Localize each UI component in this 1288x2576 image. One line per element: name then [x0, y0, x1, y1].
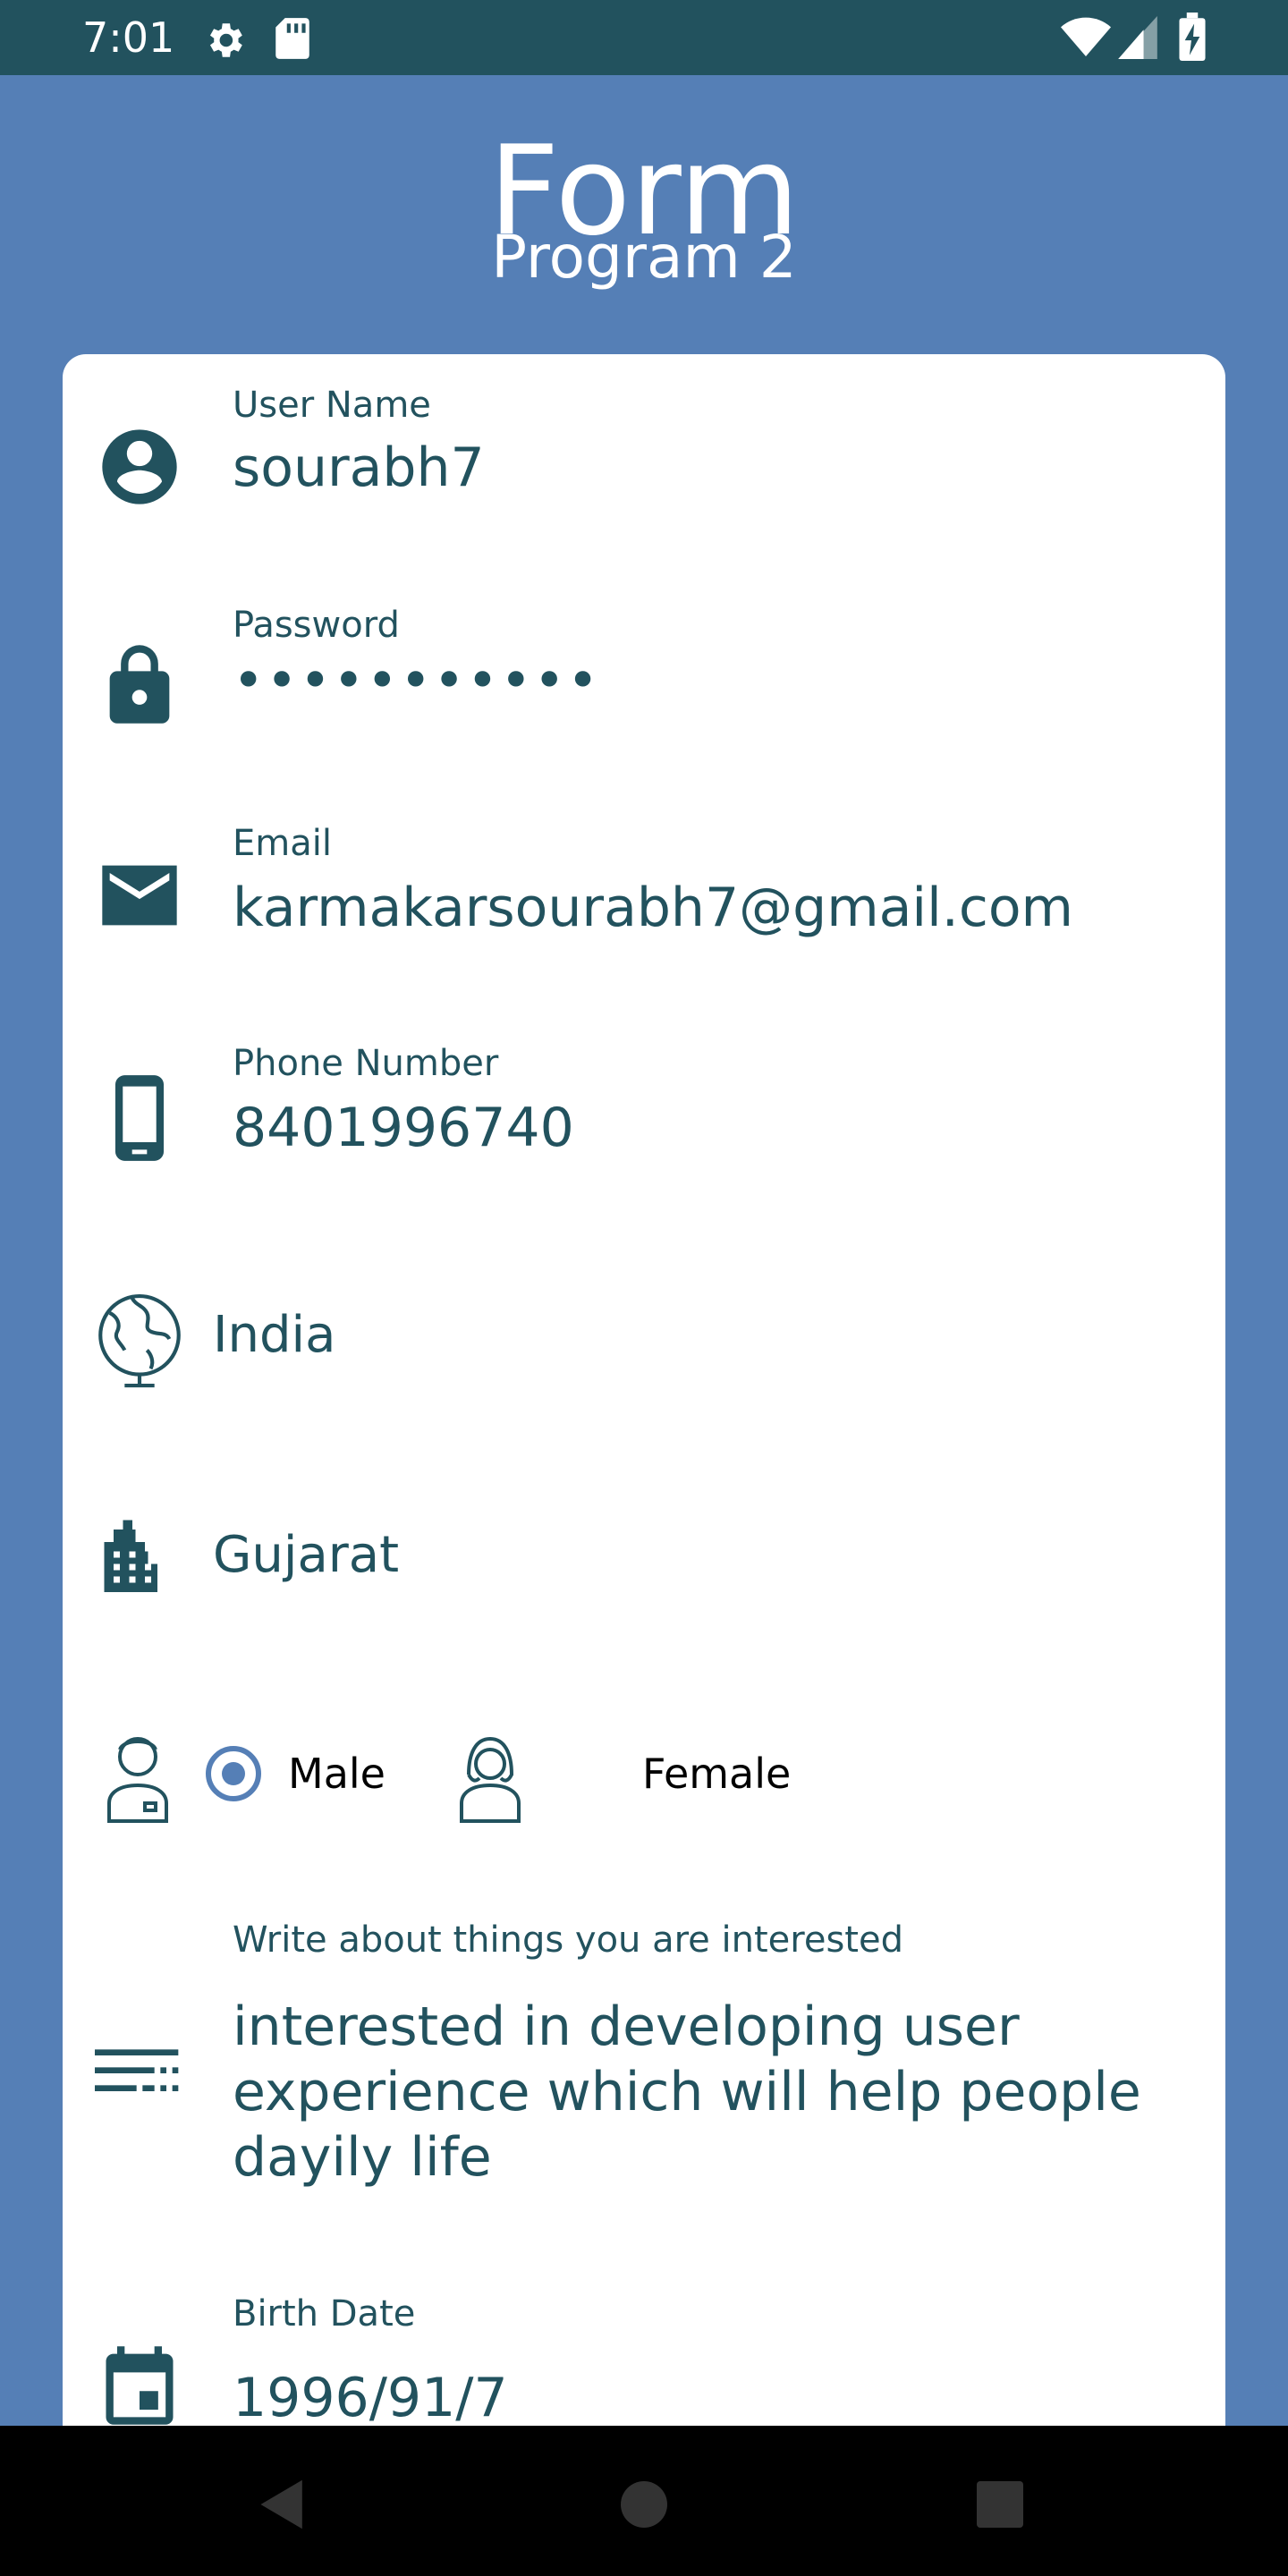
interests-textarea[interactable]: interested in developing user experience…	[233, 1995, 1181, 2190]
account-circle-icon	[102, 429, 177, 504]
male-radio-dot	[222, 1762, 245, 1785]
battery-charging-icon	[1179, 13, 1206, 61]
status-bar: 7:01	[0, 0, 1288, 75]
email-input[interactable]: karmakarsourabh7@gmail.com	[233, 877, 1073, 939]
gear-icon	[209, 23, 242, 57]
female-radio[interactable]	[556, 1746, 612, 1801]
navigation-bar	[0, 2426, 1288, 2576]
female-label[interactable]: Female	[642, 1750, 791, 1798]
female-avatar-icon	[460, 1736, 521, 1823]
country-value: India	[213, 1306, 336, 1364]
interests-line-2: experience which will help people	[233, 2061, 1141, 2123]
email-label: Email	[233, 823, 332, 864]
password-label: Password	[233, 605, 400, 646]
notes-icon	[95, 2049, 179, 2091]
username-input[interactable]: sourabh7	[233, 436, 485, 499]
male-radio[interactable]	[206, 1746, 261, 1801]
form-card: User Name sourabh7 Password ••••••••••• …	[63, 354, 1225, 2438]
interests-line-3: dayily life	[233, 2126, 492, 2189]
password-input[interactable]: •••••••••••	[233, 649, 600, 712]
phone-icon	[114, 1075, 165, 1161]
wifi-icon	[1061, 17, 1111, 56]
state-value: Gujarat	[213, 1526, 400, 1584]
recents-icon[interactable]	[977, 2481, 1023, 2528]
username-label: User Name	[233, 385, 431, 426]
cell-signal-icon	[1118, 16, 1157, 59]
interests-line-1: interested in developing user	[233, 1996, 1020, 2058]
interests-label: Write about things you are interested	[233, 1919, 903, 1961]
status-time: 7:01	[82, 13, 175, 62]
male-label[interactable]: Male	[288, 1750, 386, 1798]
calendar-icon	[106, 2346, 174, 2425]
birth-date-label: Birth Date	[233, 2293, 416, 2334]
birth-date-input[interactable]: 1996/91/7	[233, 2367, 508, 2429]
lock-icon	[109, 645, 170, 724]
male-avatar-icon	[107, 1737, 168, 1823]
page-subtitle: Program 2	[491, 223, 797, 292]
home-icon[interactable]	[621, 2481, 667, 2528]
header: Form Program 2	[0, 75, 1288, 352]
sd-card-icon	[275, 18, 309, 59]
mail-icon	[102, 865, 177, 926]
phone-label: Phone Number	[233, 1043, 499, 1084]
back-icon[interactable]	[258, 2478, 308, 2531]
city-icon	[104, 1520, 157, 1592]
globe-icon	[98, 1294, 181, 1388]
phone-input[interactable]: 8401996740	[233, 1097, 574, 1159]
